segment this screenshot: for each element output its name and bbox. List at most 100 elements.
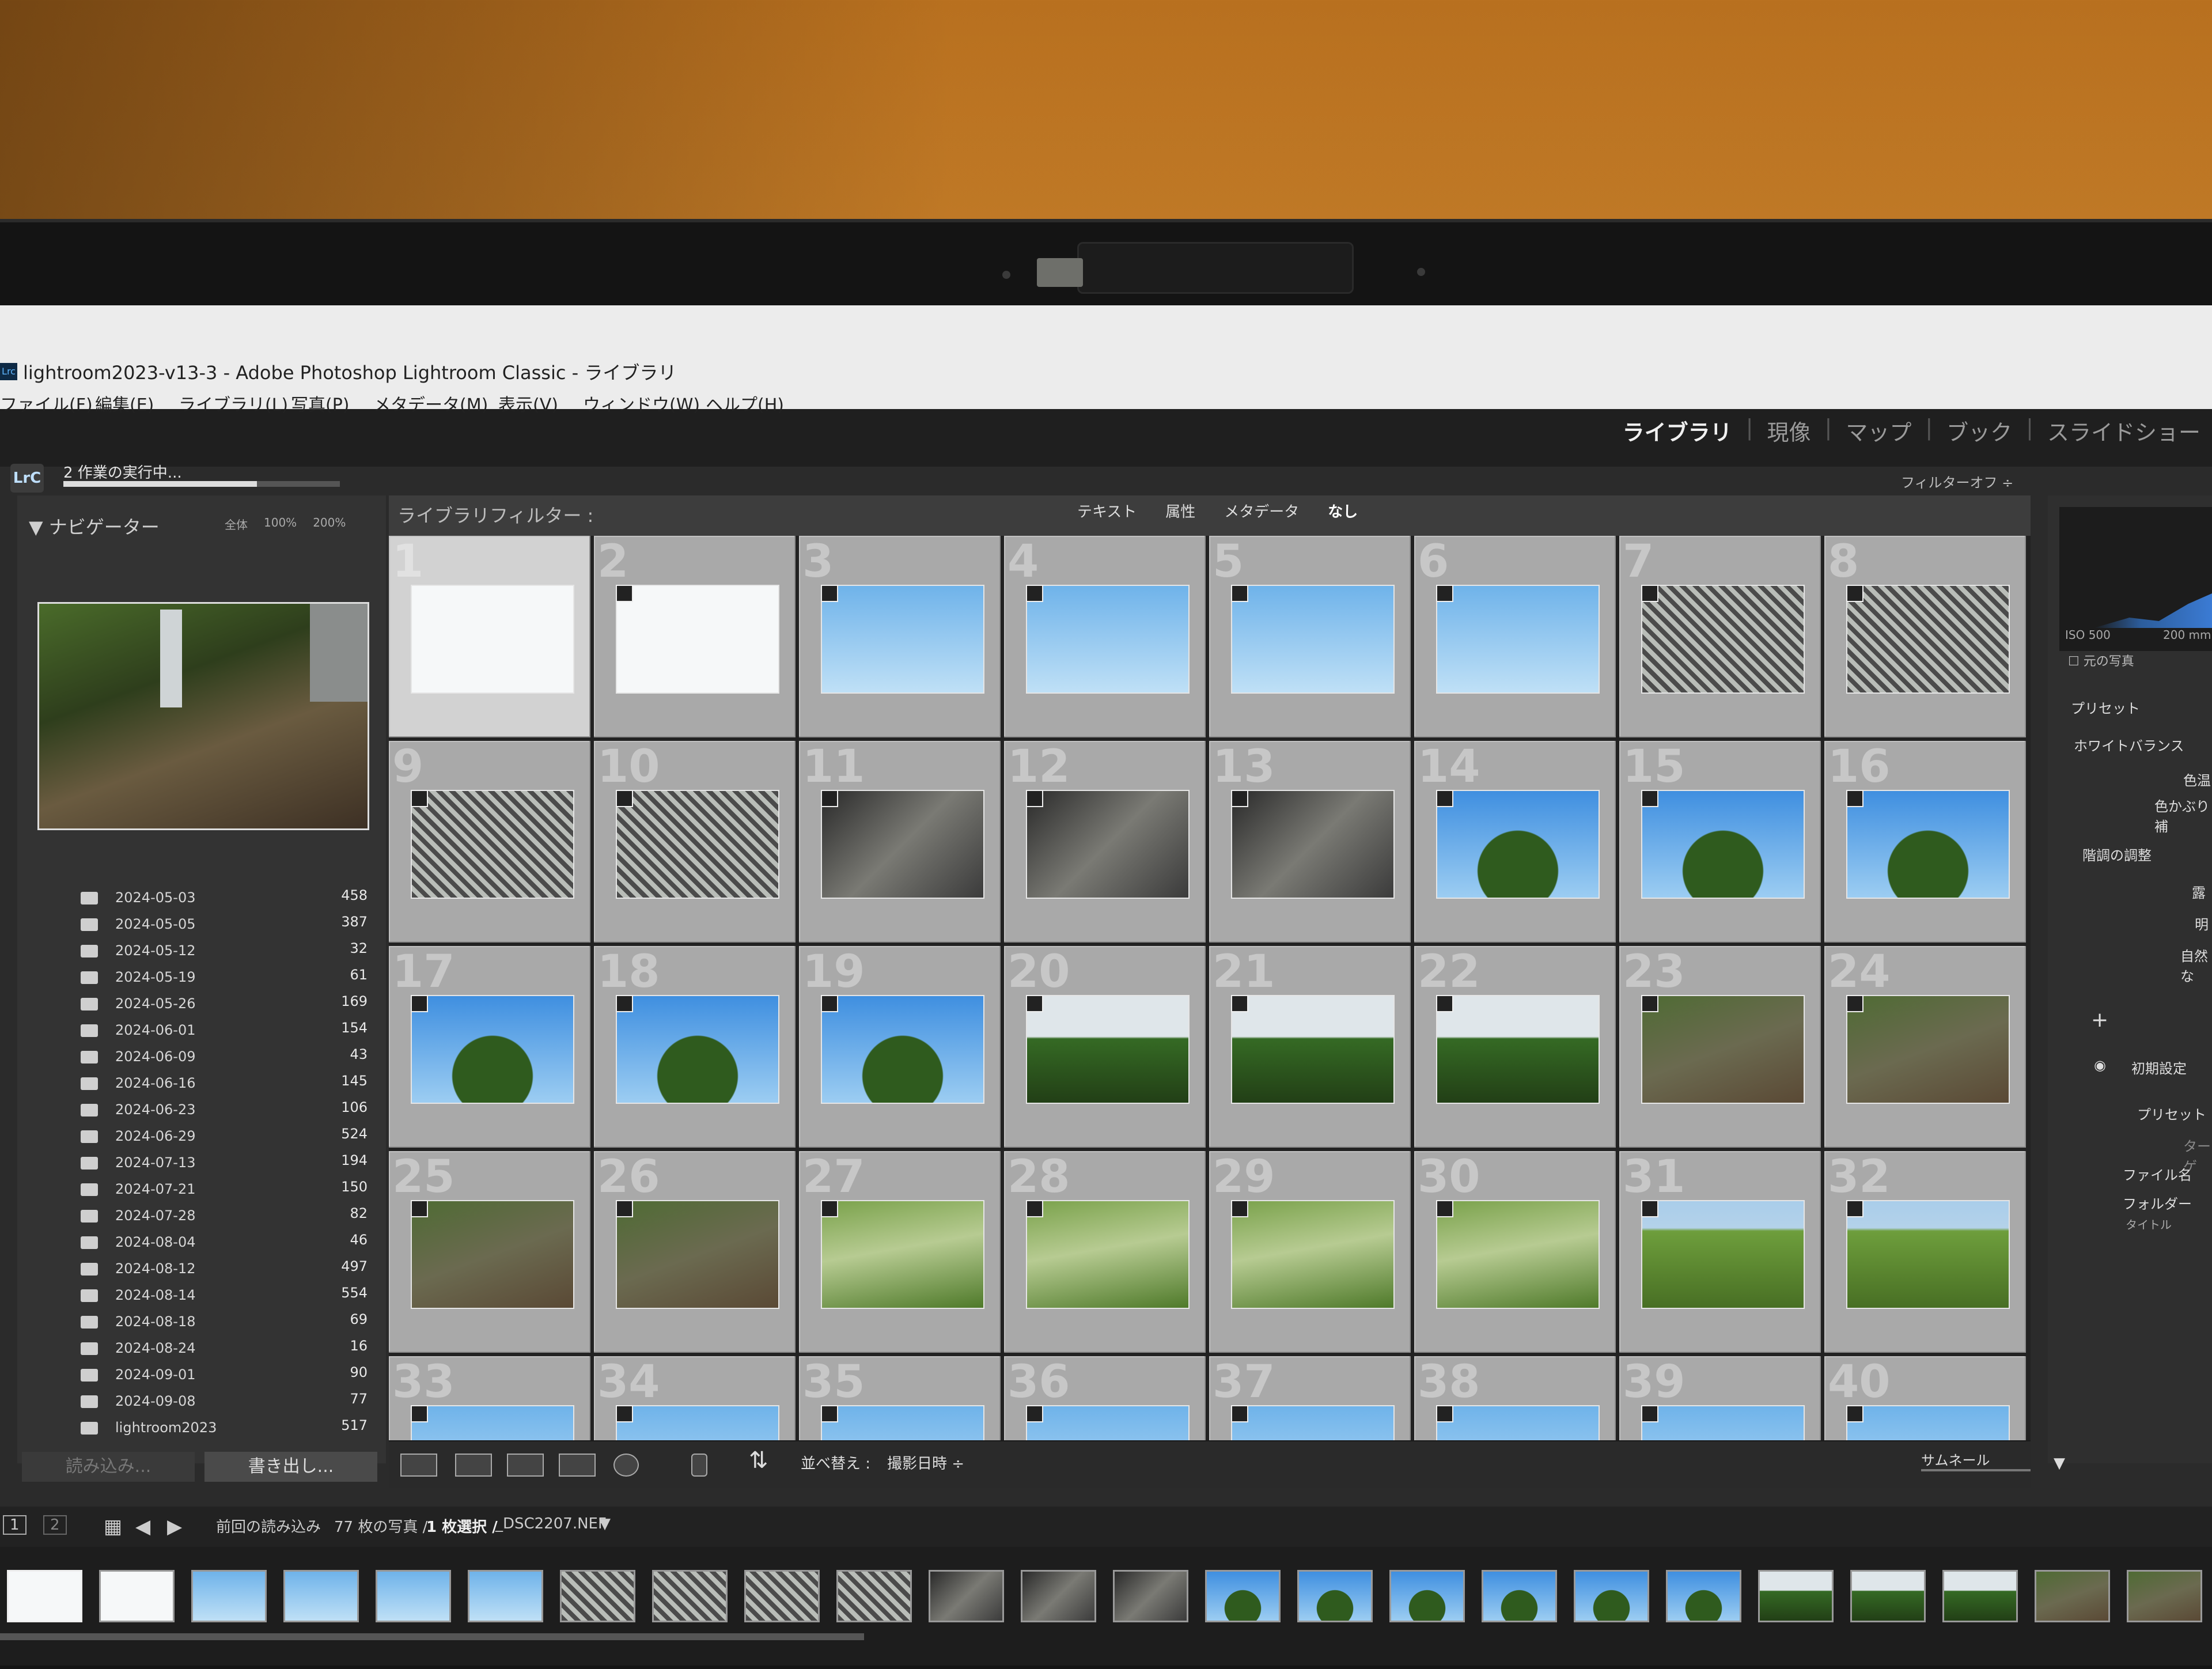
edited-badge-icon[interactable] bbox=[1641, 995, 1658, 1012]
default-settings-label[interactable]: 初期設定 bbox=[2131, 1057, 2187, 1077]
photo-thumbnail[interactable] bbox=[411, 995, 574, 1104]
folder-row[interactable]: 2024-07-28 82 bbox=[23, 1205, 380, 1231]
grid-cell[interactable]: 9 bbox=[389, 741, 590, 943]
edited-badge-icon[interactable] bbox=[1641, 1200, 1658, 1217]
photo-thumbnail[interactable] bbox=[1026, 1200, 1190, 1309]
folder-row[interactable]: 2024-08-04 46 bbox=[23, 1232, 380, 1257]
photo-thumbnail[interactable] bbox=[1231, 1200, 1395, 1309]
grid-cell[interactable]: 23 bbox=[1619, 946, 1821, 1148]
folder-row[interactable]: 2024-08-14 554 bbox=[23, 1285, 380, 1310]
grid-cell[interactable]: 19 bbox=[799, 946, 1001, 1148]
edited-badge-icon[interactable] bbox=[1026, 585, 1043, 602]
folder-row[interactable]: 2024-08-18 69 bbox=[23, 1311, 380, 1337]
zoom-option-1[interactable]: 100% bbox=[264, 516, 297, 532]
sort-dropdown[interactable]: 撮影日時 ÷ bbox=[887, 1452, 964, 1473]
grid-cell[interactable]: 28 bbox=[1004, 1151, 1206, 1353]
filmstrip-thumbnail[interactable] bbox=[560, 1570, 635, 1622]
survey-view-icon[interactable] bbox=[559, 1454, 596, 1477]
module-3[interactable]: ブック bbox=[1946, 415, 2012, 446]
grid-cell[interactable]: 21 bbox=[1209, 946, 1411, 1148]
grid-cell[interactable]: 34 bbox=[594, 1356, 796, 1440]
grid-cell[interactable]: 38 bbox=[1414, 1356, 1616, 1440]
grid-cell[interactable]: 2 bbox=[594, 536, 796, 737]
photo-thumbnail[interactable] bbox=[1026, 1405, 1190, 1440]
grid-cell[interactable]: 30 bbox=[1414, 1151, 1616, 1353]
edited-badge-icon[interactable] bbox=[1231, 790, 1248, 807]
photo-thumbnail[interactable] bbox=[1231, 790, 1395, 899]
loupe-view-icon[interactable] bbox=[455, 1454, 492, 1477]
edited-badge-icon[interactable] bbox=[1436, 585, 1453, 602]
grid-view-icon[interactable] bbox=[400, 1454, 437, 1477]
grid-cell[interactable]: 1 bbox=[389, 536, 590, 737]
module-1[interactable]: 現像 bbox=[1767, 415, 1811, 446]
filter-tab-1[interactable]: 属性 bbox=[1165, 500, 1195, 521]
edited-badge-icon[interactable] bbox=[1026, 995, 1043, 1012]
edited-badge-icon[interactable] bbox=[616, 585, 633, 602]
edited-badge-icon[interactable] bbox=[1231, 1405, 1248, 1422]
folder-row[interactable]: 2024-07-21 150 bbox=[23, 1179, 380, 1204]
photo-thumbnail[interactable] bbox=[1846, 1200, 2010, 1309]
eye-icon[interactable]: ◉ bbox=[2094, 1057, 2106, 1073]
compare-view-icon[interactable] bbox=[507, 1454, 544, 1477]
grid-cell[interactable]: 12 bbox=[1004, 741, 1206, 943]
folder-row[interactable]: 2024-06-16 145 bbox=[23, 1073, 380, 1098]
edited-badge-icon[interactable] bbox=[821, 995, 838, 1012]
filmstrip-thumbnail[interactable] bbox=[1482, 1570, 1557, 1622]
photo-thumbnail[interactable] bbox=[1436, 585, 1600, 694]
photo-thumbnail[interactable] bbox=[1846, 585, 2010, 694]
grid-icon[interactable]: ▦ bbox=[104, 1515, 122, 1538]
photo-thumbnail[interactable] bbox=[1641, 1200, 1805, 1309]
folder-row[interactable]: 2024-05-19 61 bbox=[23, 967, 380, 992]
folder-row[interactable]: lightroom2023 517 bbox=[23, 1417, 380, 1443]
menu-item-4[interactable]: メタデータ(M) bbox=[373, 391, 488, 416]
page-1-tab[interactable]: 1 bbox=[3, 1515, 26, 1535]
grid-cell[interactable]: 35 bbox=[799, 1356, 1001, 1440]
people-view-icon[interactable] bbox=[613, 1454, 639, 1477]
filmstrip-thumbnail[interactable] bbox=[376, 1570, 451, 1622]
grid-cell[interactable]: 4 bbox=[1004, 536, 1206, 737]
photo-thumbnail[interactable] bbox=[1436, 1200, 1600, 1309]
zoom-option-0[interactable]: 全体 bbox=[225, 516, 248, 532]
photo-thumbnail[interactable] bbox=[616, 1200, 779, 1309]
page-2-tab[interactable]: 2 bbox=[43, 1515, 67, 1535]
grid-cell[interactable]: 27 bbox=[799, 1151, 1001, 1353]
edited-badge-icon[interactable] bbox=[1641, 1405, 1658, 1422]
filmstrip-thumbnail[interactable] bbox=[1942, 1570, 2018, 1622]
photo-thumbnail[interactable] bbox=[616, 790, 779, 899]
edited-badge-icon[interactable] bbox=[821, 790, 838, 807]
original-photo-checkbox[interactable]: ☐ 元の写真 bbox=[2068, 651, 2134, 669]
photo-thumbnail[interactable] bbox=[1231, 585, 1395, 694]
grid-cell[interactable]: 10 bbox=[594, 741, 796, 943]
back-arrow-icon[interactable]: ◀ bbox=[135, 1515, 150, 1538]
navigator-header[interactable]: ▼ ナビゲーター bbox=[29, 513, 160, 539]
preset-button[interactable]: プリセット bbox=[2137, 1103, 2206, 1123]
grid-cell[interactable]: 13 bbox=[1209, 741, 1411, 943]
grid-cell[interactable]: 37 bbox=[1209, 1356, 1411, 1440]
thumbnail-size-slider[interactable] bbox=[1921, 1469, 2031, 1471]
grid-cell[interactable]: 15 bbox=[1619, 741, 1821, 943]
photo-thumbnail[interactable] bbox=[411, 790, 574, 899]
filmstrip-thumbnail[interactable] bbox=[191, 1570, 267, 1622]
photo-thumbnail[interactable] bbox=[821, 995, 984, 1104]
grid-cell[interactable]: 7 bbox=[1619, 536, 1821, 737]
edited-badge-icon[interactable] bbox=[1026, 790, 1043, 807]
grid-cell[interactable]: 6 bbox=[1414, 536, 1616, 737]
filmstrip-thumbnail[interactable] bbox=[1574, 1570, 1649, 1622]
folder-row[interactable]: 2024-06-01 154 bbox=[23, 1020, 380, 1045]
folder-row[interactable]: 2024-08-24 16 bbox=[23, 1338, 380, 1363]
grid-cell[interactable]: 36 bbox=[1004, 1356, 1206, 1440]
grid-cell[interactable]: 29 bbox=[1209, 1151, 1411, 1353]
filmstrip-thumbnail[interactable] bbox=[2035, 1570, 2110, 1622]
grid-cell[interactable]: 14 bbox=[1414, 741, 1616, 943]
folder-row[interactable]: 2024-06-29 524 bbox=[23, 1126, 380, 1151]
folder-row[interactable]: 2024-06-09 43 bbox=[23, 1046, 380, 1072]
photo-thumbnail[interactable] bbox=[821, 1405, 984, 1440]
grid-cell[interactable]: 11 bbox=[799, 741, 1001, 943]
folder-row[interactable]: 2024-05-26 169 bbox=[23, 993, 380, 1019]
filmstrip-thumbnail[interactable] bbox=[7, 1570, 82, 1622]
edited-badge-icon[interactable] bbox=[821, 1405, 838, 1422]
filmstrip-thumbnail[interactable] bbox=[744, 1570, 820, 1622]
photo-thumbnail[interactable] bbox=[1026, 995, 1190, 1104]
photo-thumbnail[interactable] bbox=[1026, 790, 1190, 899]
menu-item-1[interactable]: 編集(E) bbox=[95, 391, 154, 416]
